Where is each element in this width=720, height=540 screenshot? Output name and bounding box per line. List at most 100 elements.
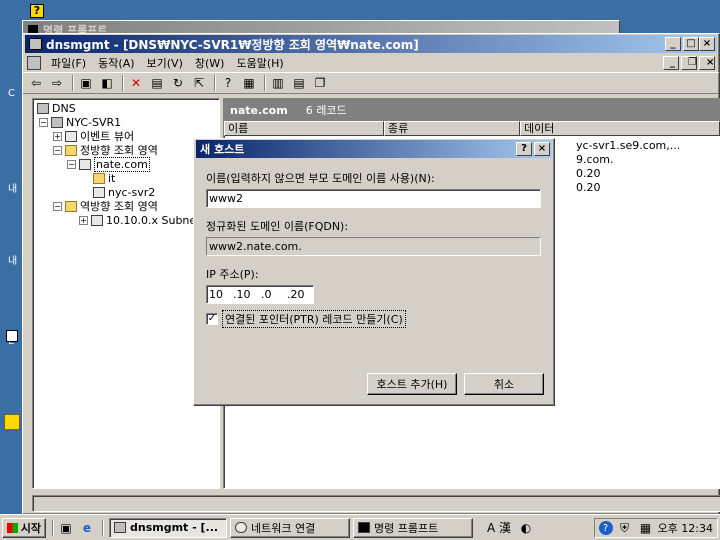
child-restore-button[interactable]: ❐ [681,55,697,70]
collapse-icon[interactable]: − [67,159,76,169]
maximize-button[interactable]: □ [683,37,699,51]
server-icon [51,116,63,128]
help-icon[interactable]: ? [598,521,613,535]
window-title: dnsmgmt - [DNS₩NYC-SVR1₩정방향 조회 영역₩nate.c… [46,37,419,52]
tree-item-it[interactable]: it [93,171,115,185]
cancel-button[interactable]: 취소 [464,373,544,395]
add-host-button[interactable]: 호스트 추가(H) [367,373,457,395]
fqdn-label: 정규화된 도메인 이름(FQDN): [206,220,349,233]
desktop-label: 내 [8,184,18,195]
console-icon[interactable]: ▦ [240,75,258,91]
dialog-help-button[interactable]: ? [516,142,532,156]
security-icon[interactable]: ⛨ [616,520,634,536]
ie-icon[interactable]: e [78,520,96,536]
copy-icon[interactable]: ❐ [311,75,329,91]
start-button[interactable]: 시작 [2,517,46,538]
show-tree-icon[interactable]: ◧ [98,75,116,91]
folder-icon [65,200,77,212]
properties-icon[interactable]: ▤ [148,75,166,91]
tree-item-nate-com[interactable]: − nate.com [67,156,150,172]
system-tray: ? ⛨ ▦ 오후 12:34 [593,518,718,538]
delete-icon[interactable]: ✕ [127,75,145,91]
ptr-label: 연결된 포인터(PTR) 레코드 만들기(C) [222,310,406,328]
help-icon[interactable]: ? [30,4,44,18]
cmd-icon [358,522,370,533]
menu-view[interactable]: 보기(V) [141,55,189,71]
display-icon[interactable]: ▦ [637,520,655,536]
up-folder-icon[interactable]: ▣ [77,75,95,91]
menu-file[interactable]: 파일(F) [45,55,92,71]
event-viewer-icon [65,130,77,142]
expand-icon[interactable]: + [79,215,88,225]
refresh-icon[interactable]: ↻ [169,75,187,91]
tree-item-subnet[interactable]: +10.10.0.x Subnet [79,213,200,227]
child-close-button[interactable]: × [699,55,715,70]
close-button[interactable]: × [699,37,715,51]
new-record-icon[interactable]: ▤ [290,75,308,91]
dns-icon [37,102,49,114]
menu-action[interactable]: 동작(A) [92,55,140,71]
record-data: 9.com. [576,153,614,166]
new-host-dialog[interactable]: 새 호스트 ? × 이름(입력하지 않으면 부모 도메인 이름 사용)(N): … [193,138,555,406]
dialog-title: 새 호스트 [200,143,245,156]
back-icon[interactable]: ⇦ [27,75,45,91]
ip-octet[interactable]: .0 [261,288,287,301]
column-name[interactable]: 이름 [224,121,384,136]
menu-window[interactable]: 창(W) [189,55,231,71]
language-indicator[interactable]: A 漢 [487,519,511,536]
tree-item-forward-zone[interactable]: − 정방향 조회 영역 [53,143,158,157]
record-data: yc-svr1.se9.com,... [576,139,681,152]
dialog-titlebar[interactable]: 새 호스트 ? × [196,140,552,158]
tree-item-event-viewer[interactable]: + 이벤트 뷰어 [53,129,134,143]
menu-help[interactable]: 도움말(H) [230,55,289,71]
app-menu-icon[interactable] [27,55,41,70]
ptr-checkbox[interactable]: ✓ [206,313,218,325]
expand-icon[interactable]: + [53,131,62,141]
collapse-icon[interactable]: − [53,201,62,211]
file-icon[interactable] [6,330,18,342]
ptr-checkbox-row[interactable]: ✓ 연결된 포인터(PTR) 레코드 만들기(C) [206,310,542,328]
menu-bar: 파일(F) 동작(A) 보기(V) 창(W) 도움말(H) _ ❐ × [23,53,719,72]
host-name-input[interactable]: www2 [206,189,541,208]
show-desktop-icon[interactable]: ▣ [57,520,75,536]
column-headers: 이름 종류 데이터 [224,121,720,136]
zone-icon [79,158,91,170]
folder-icon[interactable] [4,414,20,430]
zone-icon [93,186,105,198]
dnsmgmt-titlebar[interactable]: dnsmgmt - [DNS₩NYC-SVR1₩정방향 조회 영역₩nate.c… [25,35,717,53]
tree-item-reverse-zone[interactable]: − 역방향 조회 영역 [53,199,158,213]
zone-icon [91,214,103,226]
tree-item-dns[interactable]: DNS [37,101,76,115]
ip-octet[interactable]: .10 [233,288,261,301]
ip-address-input[interactable]: 10 .10 .0 .20 [206,285,314,304]
task-network[interactable]: 네트워크 연결 [230,517,350,538]
taskbar: 시작 ▣ e dnsmgmt - [... 네트워크 연결 명령 프롬프트 A … [0,514,720,540]
collapse-icon[interactable]: − [39,117,48,127]
forward-icon[interactable]: ⇨ [48,75,66,91]
task-dnsmgmt[interactable]: dnsmgmt - [... [109,517,227,538]
server-icon[interactable]: ▥ [269,75,287,91]
folder-icon [65,144,77,156]
tree-item-server[interactable]: − NYC-SVR1 [39,115,121,129]
help-icon[interactable]: ? [219,75,237,91]
task-cmd[interactable]: 명령 프롬프트 [353,517,473,538]
minimize-button[interactable]: _ [665,37,681,51]
ip-octet[interactable]: 10 [209,288,233,301]
export-icon[interactable]: ⇱ [190,75,208,91]
dns-icon [114,522,126,533]
tree-item-nyc-svr2[interactable]: nyc-svr2 [93,185,155,199]
clock[interactable]: 오후 12:34 [658,520,713,536]
child-minimize-button[interactable]: _ [663,55,679,70]
fqdn-field: www2.nate.com. [206,237,541,256]
desktop-label: C [8,88,15,99]
ip-octet[interactable]: .20 [287,288,311,301]
column-type[interactable]: 종류 [384,121,520,136]
dns-icon [29,38,42,50]
collapse-icon[interactable]: − [53,145,62,155]
record-data: 0.20 [576,181,601,194]
console-tree[interactable]: DNS − NYC-SVR1 + 이벤트 뷰어 − 정방향 조회 영역 − nate.c… [32,98,220,489]
name-label: 이름(입력하지 않으면 부모 도메인 이름 사용)(N): [206,172,435,185]
dialog-close-button[interactable]: × [534,142,550,156]
column-data[interactable]: 데이터 [520,121,720,136]
ime-icon[interactable]: ◐ [517,520,535,536]
